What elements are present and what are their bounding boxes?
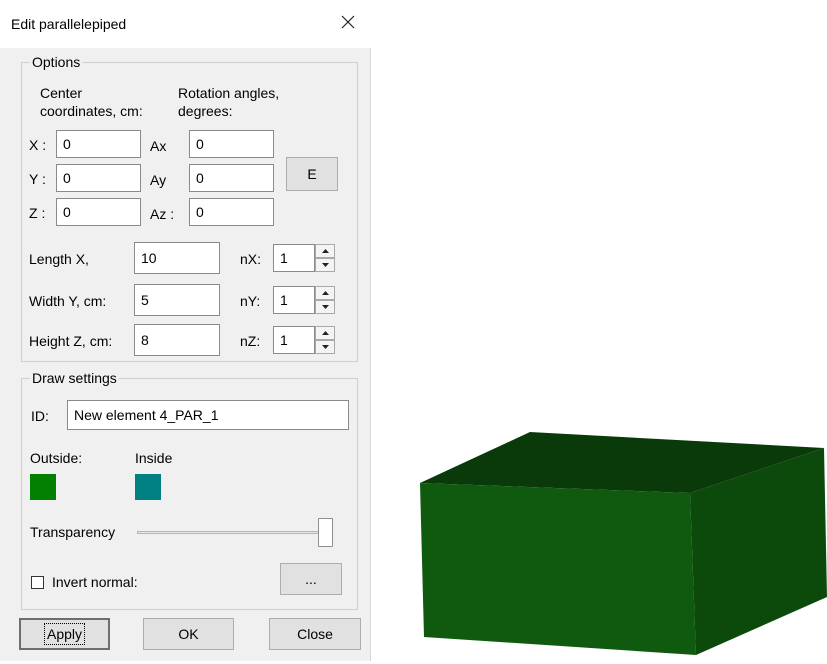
center-y-input[interactable] [56, 164, 141, 192]
ellipsis-button[interactable]: ... [280, 563, 342, 595]
width-label: Width Y, cm: [29, 293, 107, 309]
x-label: X : [29, 137, 47, 153]
title-bar: Edit parallelepiped [0, 0, 371, 48]
nx-down-button[interactable] [315, 258, 335, 272]
ny-value[interactable]: 1 [273, 286, 315, 314]
nz-up-button[interactable] [315, 326, 335, 340]
nz-spinner [315, 326, 335, 354]
height-z-input[interactable] [134, 324, 220, 356]
center-x-input[interactable] [56, 130, 141, 158]
draw-settings-legend: Draw settings [32, 370, 117, 386]
rotation-ay-input[interactable] [189, 164, 274, 192]
center-z-input[interactable] [56, 198, 141, 226]
id-label: ID: [31, 408, 49, 424]
dialog-title: Edit parallelepiped [11, 16, 127, 32]
outside-color-swatch[interactable] [30, 474, 56, 500]
transparency-label: Transparency [30, 524, 116, 540]
edit-parallelepiped-dialog: Edit parallelepiped Options Center coord… [0, 0, 371, 661]
e-button[interactable]: E [286, 157, 338, 191]
3d-viewport[interactable] [372, 0, 827, 661]
close-button[interactable]: Close [269, 618, 361, 650]
ok-button[interactable]: OK [143, 618, 234, 650]
invert-normal-label: Invert normal: [52, 574, 138, 590]
nx-label: nX: [240, 251, 262, 267]
arrow-up-icon [321, 291, 329, 295]
ax-label: Ax [150, 138, 167, 154]
arrow-down-icon [321, 305, 329, 309]
transparency-slider-track[interactable] [137, 531, 333, 534]
viewport-canvas [420, 432, 827, 655]
options-legend: Options [32, 54, 81, 70]
z-label: Z : [29, 205, 46, 221]
ny-label: nY: [240, 293, 261, 309]
inside-color-swatch[interactable] [135, 474, 161, 500]
outside-label: Outside: [30, 450, 83, 466]
inside-label: Inside [135, 450, 173, 466]
az-label: Az : [150, 206, 175, 222]
nz-value[interactable]: 1 [273, 326, 315, 354]
length-label: Length X, [29, 251, 89, 267]
ay-label: Ay [150, 172, 167, 188]
arrow-up-icon [321, 249, 329, 253]
width-y-input[interactable] [134, 284, 220, 316]
id-input[interactable] [67, 400, 349, 430]
apply-label: Apply [43, 623, 86, 645]
invert-normal-checkbox[interactable] [31, 576, 44, 589]
nz-label: nZ: [240, 333, 261, 349]
ny-down-button[interactable] [315, 300, 335, 314]
rotation-heading-line2: degrees: [178, 103, 233, 119]
arrow-down-icon [321, 263, 329, 267]
rotation-heading-line1: Rotation angles, [178, 85, 280, 101]
y-label: Y : [29, 171, 46, 187]
nx-value[interactable]: 1 [273, 244, 315, 272]
apply-button[interactable]: Apply [19, 618, 110, 650]
rotation-ax-input[interactable] [189, 130, 274, 158]
arrow-up-icon [321, 331, 329, 335]
transparency-slider-thumb[interactable] [318, 518, 333, 547]
height-label: Height Z, cm: [29, 333, 113, 349]
rotation-az-input[interactable] [189, 198, 274, 226]
nx-up-button[interactable] [315, 244, 335, 258]
center-heading-line1: Center [40, 85, 83, 101]
nx-spinner [315, 244, 335, 272]
length-x-input[interactable] [134, 242, 220, 274]
ny-spinner [315, 286, 335, 314]
ny-up-button[interactable] [315, 286, 335, 300]
close-icon[interactable] [336, 10, 360, 34]
center-heading-line2: coordinates, cm: [40, 103, 143, 119]
nz-down-button[interactable] [315, 340, 335, 354]
arrow-down-icon [321, 345, 329, 349]
box-front-face [420, 483, 696, 655]
